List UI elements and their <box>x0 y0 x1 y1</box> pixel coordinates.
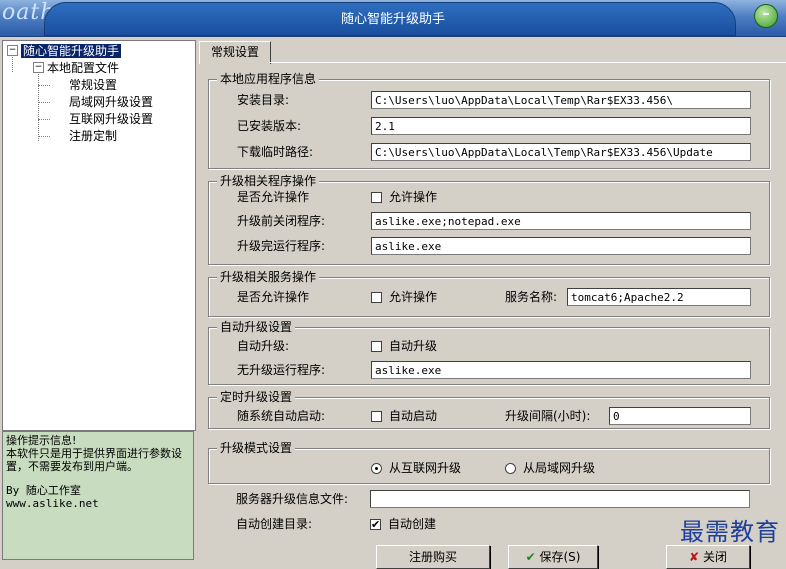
minimize-button[interactable]: – <box>754 4 778 28</box>
no-upgrade-run-label: 无升级运行程序: <box>237 363 326 377</box>
auto-start-label: 随系统自动启动: <box>237 409 326 423</box>
watermark: 最需教育 <box>680 518 780 546</box>
tree-line <box>38 136 50 137</box>
auto-upgrade-label: 自动升级: <box>237 339 290 353</box>
tree-root-label: 随心智能升级助手 <box>21 44 122 58</box>
interval-label: 升级间隔(小时): <box>505 409 591 423</box>
close-icon: ✘ <box>689 550 700 564</box>
no-upgrade-run-field[interactable]: aslike.exe <box>371 361 751 379</box>
info-author: By 随心工作室 <box>6 484 81 497</box>
service-name-label: 服务名称: <box>505 290 558 304</box>
radio-internet[interactable] <box>371 463 382 474</box>
auto-upgrade-text: 自动升级 <box>389 339 438 353</box>
group-service-ops: 升级相关服务操作 是否允许操作 允许操作 服务名称: tomcat6;Apach… <box>208 270 770 317</box>
window-title: 随心智能升级助手 <box>340 12 445 27</box>
auto-upgrade-checkbox[interactable] <box>371 341 382 352</box>
tab-general[interactable]: 常规设置 <box>199 41 271 64</box>
tree-line <box>38 119 50 120</box>
group-title: 升级模式设置 <box>217 441 296 455</box>
program-allow-checkbox[interactable] <box>371 192 382 203</box>
group-title: 自动升级设置 <box>217 320 296 334</box>
service-allow-text: 允许操作 <box>389 290 438 304</box>
tree-line <box>38 71 39 141</box>
radio-lan-label: 从局域网升级 <box>523 461 596 475</box>
group-title: 升级相关程序操作 <box>217 174 320 188</box>
radio-lan[interactable] <box>505 463 516 474</box>
group-timer: 定时升级设置 随系统自动启动: 自动启动 升级间隔(小时): 0 <box>208 390 770 429</box>
tree-root[interactable]: 随心智能升级助手 <box>21 43 122 59</box>
server-file-field[interactable] <box>370 490 750 508</box>
install-dir-field[interactable]: C:\Users\luo\AppData\Local\Temp\Rar$EX33… <box>371 91 751 109</box>
close-program-field[interactable]: aslike.exe;notepad.exe <box>371 212 751 230</box>
tree-item-local-config[interactable]: 本地配置文件 <box>47 60 119 76</box>
group-upgrade-mode: 升级模式设置 从互联网升级 从局域网升级 <box>208 441 770 484</box>
interval-field[interactable]: 0 <box>609 407 751 425</box>
info-text: 本软件只是用于提供界面进行参数设置，不需要发布到用户端。 <box>6 447 182 473</box>
register-button[interactable]: 注册购买 <box>376 545 490 569</box>
close-button[interactable]: ✘ 关闭 <box>666 545 750 569</box>
temp-path-field[interactable]: C:\Users\luo\AppData\Local\Temp\Rar$EX33… <box>371 143 751 161</box>
program-allow-text: 允许操作 <box>389 190 438 204</box>
info-panel: 操作提示信息! 本软件只是用于提供界面进行参数设置，不需要发布到用户端。 By … <box>2 431 194 560</box>
mkdir-text: 自动创建 <box>388 517 437 531</box>
version-field[interactable]: 2.1 <box>371 117 751 135</box>
version-label: 已安装版本: <box>237 119 302 133</box>
service-name-field[interactable]: tomcat6;Apache2.2 <box>567 288 751 306</box>
temp-path-label: 下载临时路径: <box>237 145 314 159</box>
check-icon: ✔ <box>525 550 536 564</box>
group-title: 定时升级设置 <box>217 390 296 404</box>
save-button[interactable]: ✔ 保存(S) <box>508 545 598 569</box>
service-allow-label: 是否允许操作 <box>237 290 310 304</box>
run-program-label: 升级完运行程序: <box>237 239 326 253</box>
tab-divider <box>269 62 786 63</box>
group-program-ops: 升级相关程序操作 是否允许操作 允许操作 升级前关闭程序: aslike.exe… <box>208 174 770 265</box>
service-allow-checkbox[interactable] <box>371 292 382 303</box>
tree-item-register[interactable]: 注册定制 <box>69 128 117 144</box>
tree-item-general[interactable]: 常规设置 <box>69 77 117 93</box>
install-dir-label: 安装目录: <box>237 93 290 107</box>
settings-tree: − 随心智能升级助手 − 本地配置文件 常规设置 局域网升级设置 互联网升级设置… <box>2 40 196 431</box>
tree-line <box>38 85 50 86</box>
auto-start-checkbox[interactable] <box>371 411 382 422</box>
run-program-field[interactable]: aslike.exe <box>371 237 751 255</box>
program-allow-label: 是否允许操作 <box>237 190 310 204</box>
collapse-icon[interactable]: − <box>7 45 18 56</box>
group-title: 升级相关服务操作 <box>217 270 320 284</box>
tree-line <box>38 102 50 103</box>
info-site: www.aslike.net <box>6 497 99 510</box>
tree-item-internet[interactable]: 互联网升级设置 <box>69 111 153 127</box>
close-label: 关闭 <box>702 550 727 564</box>
collapse-icon[interactable]: − <box>33 62 44 73</box>
radio-internet-label: 从互联网升级 <box>389 461 462 475</box>
close-program-label: 升级前关闭程序: <box>237 214 326 228</box>
title-bar: oath 随心智能升级助手 – <box>0 0 786 37</box>
group-local-app: 本地应用程序信息 安装目录: C:\Users\luo\AppData\Loca… <box>208 72 770 169</box>
info-title: 操作提示信息! <box>6 434 77 447</box>
mkdir-checkbox[interactable]: ✔ <box>370 519 381 530</box>
tree-item-lan[interactable]: 局域网升级设置 <box>69 94 153 110</box>
auto-start-text: 自动启动 <box>389 409 438 423</box>
group-title: 本地应用程序信息 <box>217 72 320 86</box>
save-label: 保存(S) <box>539 550 581 564</box>
server-file-label: 服务器升级信息文件: <box>236 492 349 506</box>
mkdir-label: 自动创建目录: <box>236 517 313 531</box>
group-auto-upgrade: 自动升级设置 自动升级: 自动升级 无升级运行程序: aslike.exe <box>208 320 770 385</box>
